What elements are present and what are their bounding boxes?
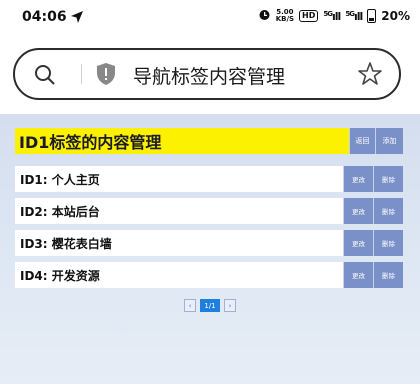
- delete-button[interactable]: 删除: [373, 230, 403, 256]
- item-label: ID2: 本站后台: [20, 204, 100, 219]
- pagination: ‹ 1/1 ›: [0, 299, 420, 312]
- signal-icon: 5Gıll: [323, 9, 341, 23]
- speed-unit: KB/S: [275, 15, 295, 23]
- next-page-button[interactable]: ›: [224, 299, 236, 312]
- navigation-arrow-icon: [70, 9, 84, 28]
- back-button[interactable]: 返回: [349, 128, 375, 154]
- add-button[interactable]: 添加: [375, 128, 403, 154]
- item-label: ID4: 开发资源: [20, 268, 100, 283]
- panel-header: ID1标签的内容管理 返回 添加: [15, 128, 403, 154]
- status-time: 04:06: [22, 9, 67, 25]
- panel-title: ID1标签的内容管理: [19, 133, 162, 152]
- signal-label-1: 5G: [323, 9, 333, 18]
- signal-label-2: 5G: [345, 9, 355, 18]
- edit-button[interactable]: 更改: [343, 262, 373, 288]
- list-item: ID4: 开发资源 更改 删除: [15, 262, 403, 288]
- current-page[interactable]: 1/1: [200, 299, 220, 312]
- page-content: ID1标签的内容管理 返回 添加 ID1: 个人主页 更改 删除 ID2: 本站…: [0, 114, 420, 384]
- edit-button[interactable]: 更改: [343, 230, 373, 256]
- prev-page-button[interactable]: ‹: [184, 299, 196, 312]
- item-label: ID1: 个人主页: [20, 172, 100, 187]
- edit-button[interactable]: 更改: [343, 198, 373, 224]
- search-icon[interactable]: [33, 63, 57, 91]
- network-speed: 5.00 KB/S: [276, 9, 294, 23]
- battery-icon: [367, 9, 377, 23]
- page-title[interactable]: 导航标签内容管理: [133, 62, 285, 89]
- delete-button[interactable]: 删除: [373, 198, 403, 224]
- signal-icon: 5Gıll: [345, 9, 363, 23]
- address-bar[interactable]: 导航标签内容管理: [13, 48, 401, 100]
- shield-icon[interactable]: [95, 62, 117, 90]
- list-item: ID2: 本站后台 更改 删除: [15, 198, 403, 224]
- list-item: ID1: 个人主页 更改 删除: [15, 166, 403, 192]
- status-bar: 04:06 5.00 KB/S HD 5Gıll 5Gıll 20%: [0, 0, 420, 36]
- list-item: ID3: 樱花表白墙 更改 删除: [15, 230, 403, 256]
- browser-toolbar: 导航标签内容管理: [0, 36, 420, 114]
- status-indicators: 5.00 KB/S HD 5Gıll 5Gıll 20%: [258, 8, 410, 24]
- item-label: ID3: 樱花表白墙: [20, 236, 112, 251]
- delete-button[interactable]: 删除: [373, 262, 403, 288]
- battery-percent: 20%: [381, 9, 410, 23]
- address-divider: [81, 64, 82, 84]
- item-list: ID1: 个人主页 更改 删除 ID2: 本站后台 更改 删除 ID3: 樱花表…: [15, 166, 403, 294]
- hd-badge: HD: [299, 10, 319, 22]
- alarm-icon: [258, 8, 271, 24]
- edit-button[interactable]: 更改: [343, 166, 373, 192]
- delete-button[interactable]: 删除: [373, 166, 403, 192]
- star-icon[interactable]: [357, 61, 383, 91]
